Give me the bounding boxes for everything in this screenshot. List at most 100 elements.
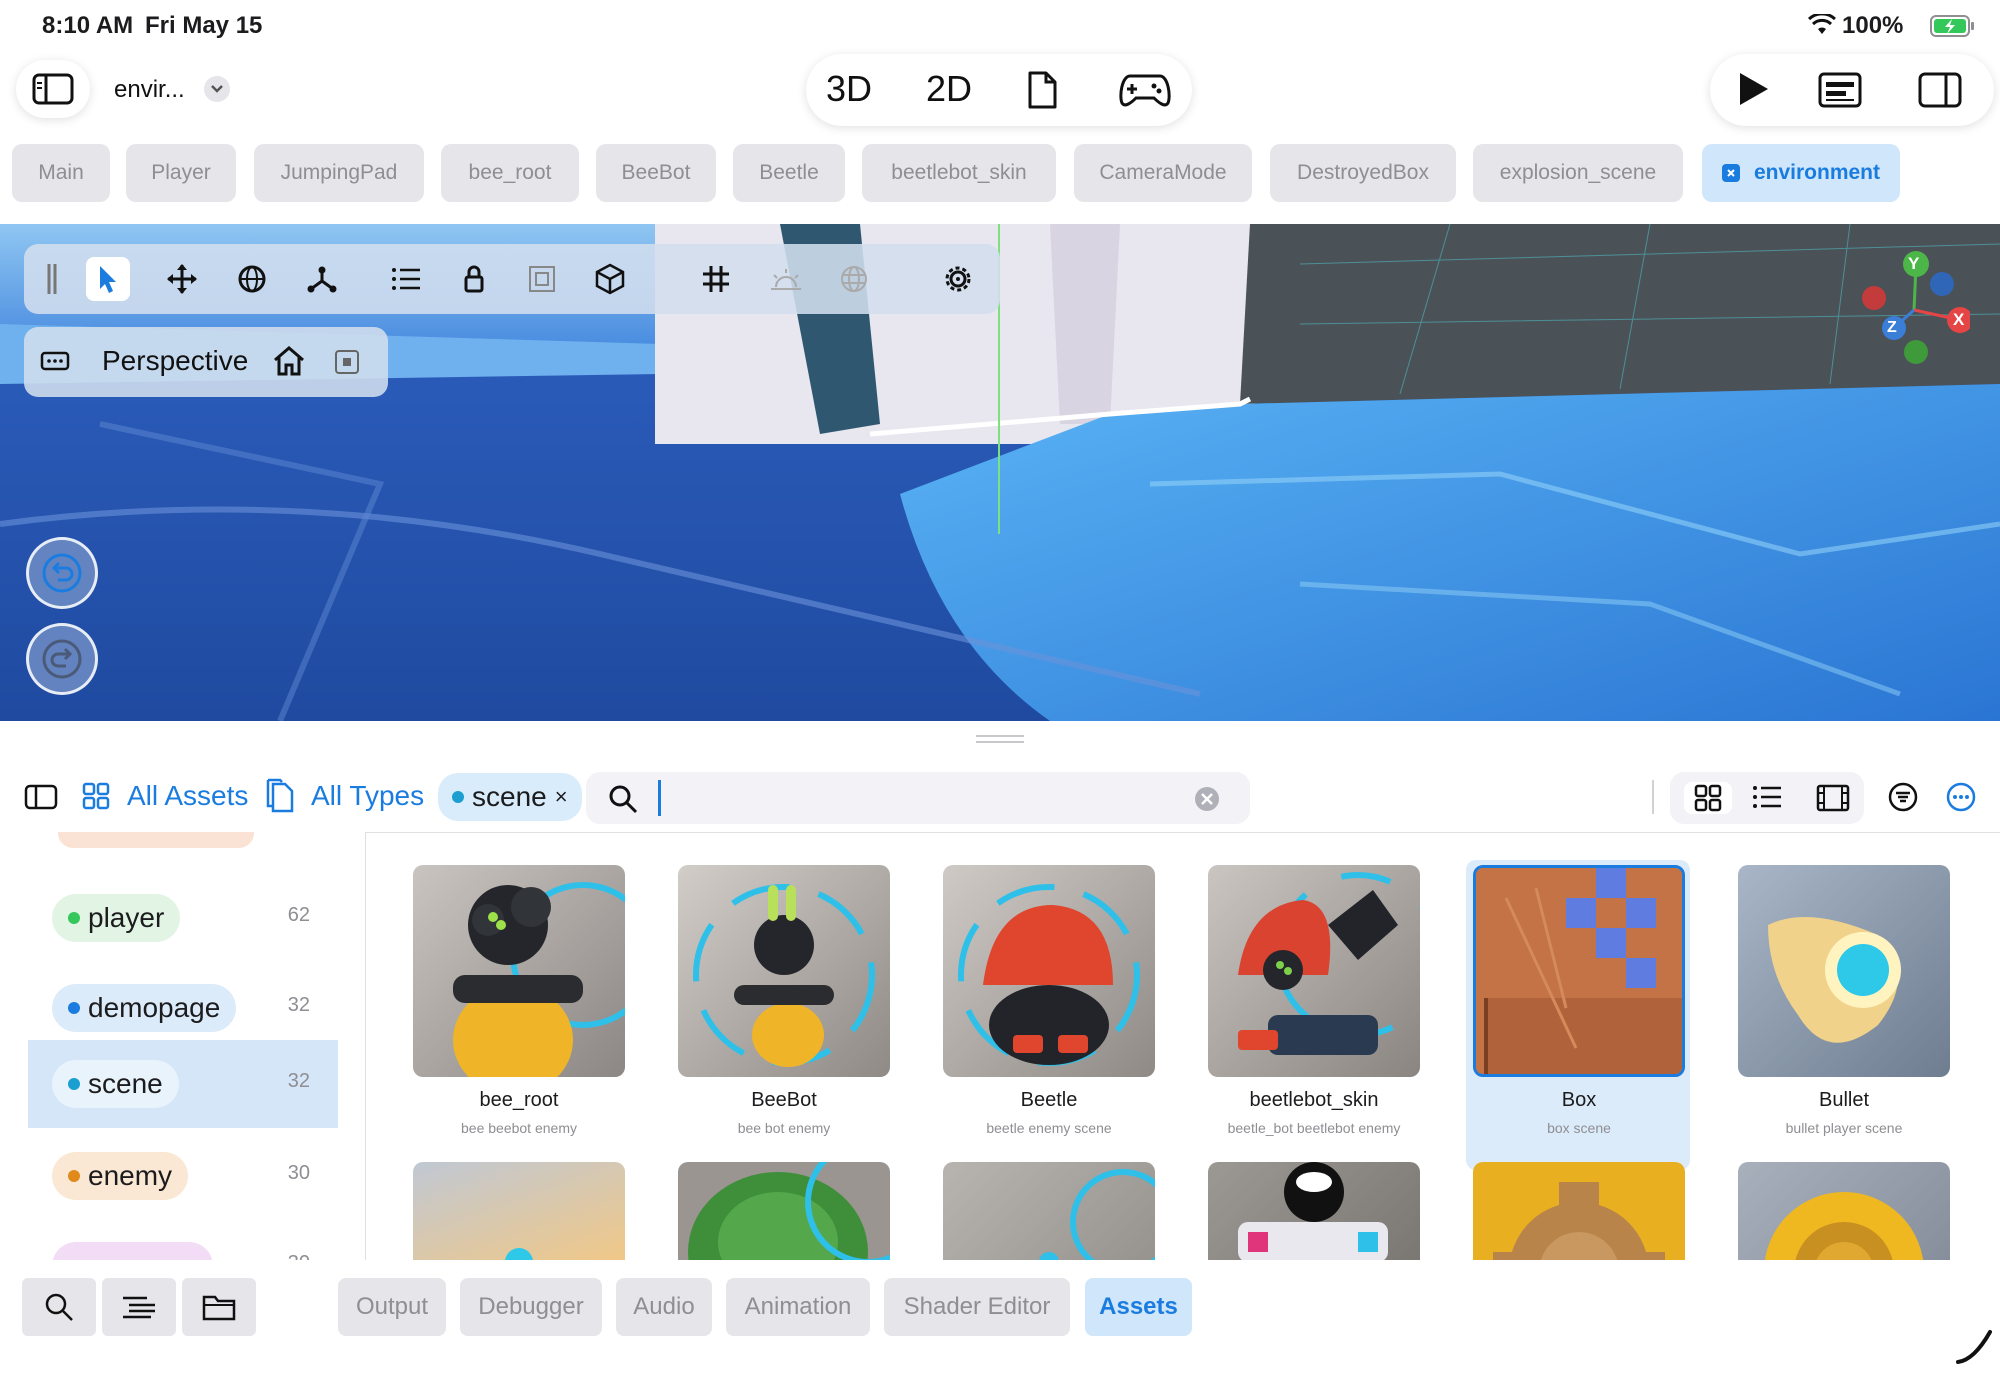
- all-types-button[interactable]: All Types: [311, 780, 424, 812]
- asset-card[interactable]: bee_root bee beebot enemy: [413, 865, 625, 1136]
- play-icon[interactable]: [1736, 70, 1770, 108]
- tab-audio[interactable]: Audio: [616, 1278, 712, 1336]
- tab-beetlebot-skin[interactable]: beetlebot_skin: [862, 144, 1056, 202]
- clear-search-icon[interactable]: [1194, 786, 1220, 812]
- sidebar-right-icon[interactable]: [1918, 72, 1962, 108]
- search-panel-button[interactable]: [22, 1278, 96, 1336]
- asset-card[interactable]: [1208, 1162, 1420, 1260]
- asset-card[interactable]: Box box scene: [1473, 865, 1685, 1136]
- sidebar-toggle-icon[interactable]: [24, 784, 58, 810]
- bottom-panel-bar: Output Debugger Audio Animation Shader E…: [0, 1262, 2000, 1379]
- asset-card[interactable]: Bullet bullet player scene: [1738, 865, 1950, 1136]
- mode-3d-button[interactable]: 3D: [826, 68, 872, 110]
- asset-search-field[interactable]: [586, 772, 1250, 824]
- pivot-tool-icon[interactable]: [300, 257, 344, 301]
- group-icon[interactable]: [520, 257, 564, 301]
- tab-bee-root[interactable]: bee_root: [441, 144, 579, 202]
- list-view-icon[interactable]: [1752, 784, 1782, 810]
- project-name[interactable]: envir...: [114, 76, 185, 104]
- list-icon[interactable]: [384, 257, 428, 301]
- sun-icon[interactable]: [764, 257, 808, 301]
- grid-icon[interactable]: [82, 782, 110, 810]
- tab-jumpingpad[interactable]: JumpingPad: [254, 144, 424, 202]
- asset-tags: beetle enemy scene: [986, 1120, 1112, 1136]
- all-assets-button[interactable]: All Assets: [127, 780, 248, 812]
- documents-icon[interactable]: [264, 778, 294, 814]
- chip-dot: [452, 791, 464, 803]
- select-tool-icon[interactable]: [86, 257, 130, 301]
- sidebar-toggle-button[interactable]: [16, 60, 90, 118]
- rotate-tool-icon[interactable]: [230, 257, 274, 301]
- grid-view-icon[interactable]: [1684, 782, 1732, 814]
- chip-remove-icon[interactable]: ×: [555, 784, 568, 810]
- asset-card[interactable]: [413, 1162, 625, 1260]
- filmstrip-view-icon[interactable]: [1816, 784, 1850, 812]
- tag-pill: demopage: [52, 984, 237, 1032]
- home-icon[interactable]: [272, 345, 306, 377]
- lock-icon[interactable]: [452, 257, 496, 301]
- status-bar: 8:10 AM Fri May 15 100%: [0, 0, 2000, 52]
- tag-row-resource[interactable]: resource 30: [28, 1222, 338, 1260]
- globe-icon[interactable]: [832, 257, 876, 301]
- pencil-icon[interactable]: [1954, 1326, 1994, 1366]
- gear-icon[interactable]: [936, 257, 980, 301]
- close-tab-icon[interactable]: [1721, 164, 1740, 182]
- mode-2d-button[interactable]: 2D: [926, 68, 972, 110]
- tab-environment-label: environment: [1753, 161, 1881, 184]
- asset-thumbnail: [943, 865, 1155, 1077]
- more-options-icon[interactable]: [1946, 782, 1976, 812]
- tab-output[interactable]: Output: [338, 1278, 446, 1336]
- tab-environment[interactable]: environment: [1702, 144, 1900, 202]
- tag-pill-partial[interactable]: [58, 832, 254, 848]
- tab-beetle[interactable]: Beetle: [733, 144, 845, 202]
- gamepad-icon[interactable]: [1118, 72, 1172, 108]
- redo-button[interactable]: [26, 623, 98, 695]
- tag-row-demopage[interactable]: demopage 32: [28, 964, 338, 1052]
- grid-snap-icon[interactable]: [694, 257, 738, 301]
- scene-filter-chip[interactable]: scene ×: [438, 773, 582, 821]
- tab-debugger[interactable]: Debugger: [460, 1278, 602, 1336]
- asset-card[interactable]: [1738, 1162, 1950, 1260]
- tag-pill: scene: [52, 1060, 179, 1108]
- drag-handle-icon[interactable]: [30, 257, 74, 301]
- asset-card[interactable]: [678, 1162, 890, 1260]
- tab-cameramode[interactable]: CameraMode: [1074, 144, 1252, 202]
- asset-thumbnail: [678, 865, 890, 1077]
- tag-count: 62: [287, 904, 310, 926]
- camera-menu-icon[interactable]: [40, 351, 70, 371]
- tab-destroyedbox[interactable]: DestroyedBox: [1270, 144, 1456, 202]
- frame-icon[interactable]: [334, 349, 360, 375]
- panel-resize-handle[interactable]: [976, 734, 1024, 744]
- tag-row-player[interactable]: player 62: [28, 874, 338, 962]
- files-panel-button[interactable]: [182, 1278, 256, 1336]
- tag-pill: player: [52, 894, 181, 942]
- tag-row-scene[interactable]: scene 32: [28, 1040, 338, 1128]
- asset-card[interactable]: [943, 1162, 1155, 1260]
- chevron-down-icon[interactable]: [204, 76, 230, 102]
- tab-explosion-scene[interactable]: explosion_scene: [1473, 144, 1683, 202]
- axis-gizmo[interactable]: Y X Z: [1850, 248, 1970, 368]
- undo-button[interactable]: [26, 537, 98, 609]
- cube-icon[interactable]: [588, 257, 632, 301]
- asset-tags: box scene: [1547, 1120, 1611, 1136]
- filter-icon[interactable]: [1888, 782, 1918, 812]
- outline-panel-button[interactable]: [102, 1278, 176, 1336]
- asset-card[interactable]: Beetle beetle enemy scene: [943, 865, 1155, 1136]
- document-icon[interactable]: [1026, 70, 1058, 110]
- tab-animation[interactable]: Animation: [726, 1278, 870, 1336]
- tab-main[interactable]: Main: [12, 144, 110, 202]
- right-toolbar: [1710, 54, 1994, 126]
- tab-beebot[interactable]: BeeBot: [596, 144, 716, 202]
- tab-shader-editor[interactable]: Shader Editor: [884, 1278, 1070, 1336]
- tab-assets[interactable]: Assets: [1085, 1278, 1192, 1336]
- tab-player[interactable]: Player: [126, 144, 236, 202]
- perspective-label[interactable]: Perspective: [102, 345, 248, 377]
- tag-row-enemy[interactable]: enemy 30: [28, 1132, 338, 1220]
- inspector-icon[interactable]: [1818, 72, 1862, 108]
- asset-card[interactable]: [1473, 1162, 1685, 1260]
- asset-card[interactable]: BeeBot bee bot enemy: [678, 865, 890, 1136]
- divider: [1652, 780, 1654, 814]
- move-tool-icon[interactable]: [160, 257, 204, 301]
- asset-card[interactable]: beetlebot_skin beetle_bot beetlebot enem…: [1208, 865, 1420, 1136]
- asset-tags: beetle_bot beetlebot enemy: [1227, 1120, 1401, 1136]
